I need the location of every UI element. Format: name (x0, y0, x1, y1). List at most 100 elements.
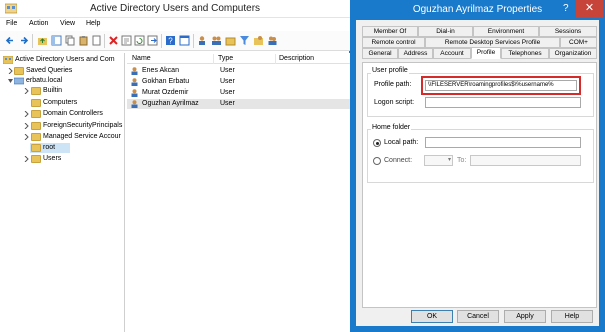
tree-item-domain[interactable]: erbatu.local (8, 76, 124, 86)
user-name: Oguzhan Ayrilmaz (142, 100, 199, 107)
chevron-down-icon: ▾ (447, 157, 451, 163)
tree-item-label: erbatu.local (26, 77, 63, 84)
tab-remote-control[interactable]: Remote control (362, 37, 425, 48)
folder-icon (31, 133, 41, 141)
tree-item-root-ou[interactable]: root (30, 143, 70, 153)
help-icon[interactable]: ? (165, 35, 176, 46)
expand-arrow-icon[interactable] (24, 123, 29, 129)
close-button[interactable]: ✕ (576, 0, 603, 18)
tree-item-label: Managed Service Accour (43, 133, 121, 140)
tree-item-managed-service-accounts[interactable]: Managed Service Accour (24, 132, 124, 142)
console-tree-icon[interactable] (51, 35, 62, 46)
profile-path-label: Profile path: (374, 81, 412, 88)
expand-arrow-icon[interactable] (24, 111, 29, 117)
tree-item-domain-controllers[interactable]: Domain Controllers (24, 109, 124, 119)
column-header-description[interactable]: Description (279, 54, 349, 64)
column-header-type[interactable]: Type (218, 54, 276, 64)
details-list: Name Type Description Enes Akcan User Go… (127, 53, 350, 332)
window-title: Active Directory Users and Computers (89, 3, 261, 14)
tree-item-computers[interactable]: Computers (24, 98, 124, 108)
connect-to-input[interactable] (470, 155, 581, 166)
folder-icon (31, 155, 41, 163)
new-ou-icon[interactable] (225, 35, 236, 46)
tab-telephones[interactable]: Telephones (501, 48, 549, 59)
forward-arrow-icon[interactable] (18, 35, 29, 46)
delete-x-icon[interactable] (108, 35, 119, 46)
tab-sessions[interactable]: Sessions (539, 26, 597, 37)
toolbar-separator (104, 34, 105, 48)
tab-environment[interactable]: Environment (473, 26, 539, 37)
tab-account[interactable]: Account (433, 48, 471, 59)
tab-general[interactable]: General (362, 48, 398, 59)
local-path-radio[interactable] (373, 139, 381, 147)
user-icon (131, 67, 138, 75)
refresh-icon[interactable] (134, 35, 145, 46)
expand-arrow-icon[interactable] (24, 88, 29, 94)
expand-arrow-icon[interactable] (24, 156, 29, 162)
menu-bar: File Action View Help (0, 18, 350, 31)
expand-arrow-icon[interactable] (24, 134, 29, 140)
clipboard-icon[interactable] (78, 35, 89, 46)
tree-item-foreign-security-principals[interactable]: ForeignSecurityPrincipals (24, 121, 124, 131)
export-list-icon[interactable] (147, 35, 158, 46)
tab-com-plus[interactable]: COM+ (560, 37, 597, 48)
tab-member-of[interactable]: Member Of (362, 26, 418, 37)
list-row[interactable]: Gokhan Erbatu User (127, 77, 350, 87)
user-icon (131, 78, 138, 86)
collapse-arrow-icon[interactable] (8, 78, 13, 84)
profile-path-input[interactable]: \\FILESERVER\roamingprofiles$\%username% (425, 80, 577, 91)
tree-item-label: ForeignSecurityPrincipals (43, 122, 123, 129)
user-name: Murat Ozdemir (142, 89, 189, 96)
folder-icon (14, 67, 24, 75)
column-header-name[interactable]: Name (132, 54, 214, 64)
tree-item-label: Domain Controllers (43, 110, 103, 117)
delete-doc-icon[interactable] (91, 35, 102, 46)
properties-icon[interactable] (121, 35, 132, 46)
tab-dial-in[interactable]: Dial-in (418, 26, 473, 37)
tree-item-users[interactable]: Users (24, 154, 124, 164)
group-icon[interactable] (267, 35, 278, 46)
tree-item-label: Computers (43, 99, 78, 106)
menu-action[interactable]: Action (29, 20, 48, 27)
user-type: User (220, 89, 235, 96)
filter-icon[interactable] (239, 35, 250, 46)
local-path-input[interactable] (425, 137, 581, 148)
user-name: Gokhan Erbatu (142, 78, 190, 85)
folder-icon (31, 122, 41, 130)
cancel-button[interactable]: Cancel (457, 310, 499, 323)
user-type: User (220, 100, 235, 107)
tree-item-label: Saved Queries (26, 67, 73, 74)
tree-item-root[interactable]: Active Directory Users and Com (3, 55, 124, 65)
list-header: Name Type Description (127, 53, 350, 64)
drive-letter-select[interactable]: ▾ (424, 155, 453, 166)
new-user-icon[interactable] (197, 35, 208, 46)
new-group-icon[interactable] (211, 35, 222, 46)
menu-help[interactable]: Help (86, 20, 100, 27)
ok-button[interactable]: OK (411, 310, 453, 323)
tab-profile[interactable]: Profile (471, 47, 501, 59)
help-dialog-button[interactable]: Help (551, 310, 593, 323)
list-row[interactable]: Enes Akcan User (127, 66, 350, 76)
list-row[interactable]: Murat Ozdemir User (127, 88, 350, 98)
list-row-selected[interactable]: Oguzhan Ayrilmaz User (127, 99, 350, 109)
tree-item-builtin[interactable]: Builtin (24, 86, 124, 96)
connect-radio[interactable] (373, 157, 381, 165)
properties-dialog: Oguzhan Ayrilmaz Properties ? ✕ Member O… (350, 0, 605, 332)
up-folder-icon[interactable] (37, 35, 48, 46)
expand-arrow-icon[interactable] (8, 68, 13, 74)
profile-tab-page: User profile Profile path: \\FILESERVER\… (362, 62, 597, 308)
user-type: User (220, 67, 235, 74)
back-arrow-icon[interactable] (5, 35, 16, 46)
tree-item-saved-queries[interactable]: Saved Queries (8, 66, 124, 76)
tab-address[interactable]: Address (398, 48, 433, 59)
console-icon[interactable] (179, 35, 190, 46)
logon-script-input[interactable] (425, 97, 581, 108)
menu-view[interactable]: View (60, 20, 75, 27)
help-button[interactable]: ? (563, 3, 569, 14)
apply-button[interactable]: Apply (504, 310, 546, 323)
menu-file[interactable]: File (6, 20, 17, 27)
tab-organization[interactable]: Organization (549, 48, 597, 59)
add-to-group-icon[interactable] (253, 35, 264, 46)
copy-icon[interactable] (64, 35, 75, 46)
tree-item-label: Users (43, 155, 62, 162)
